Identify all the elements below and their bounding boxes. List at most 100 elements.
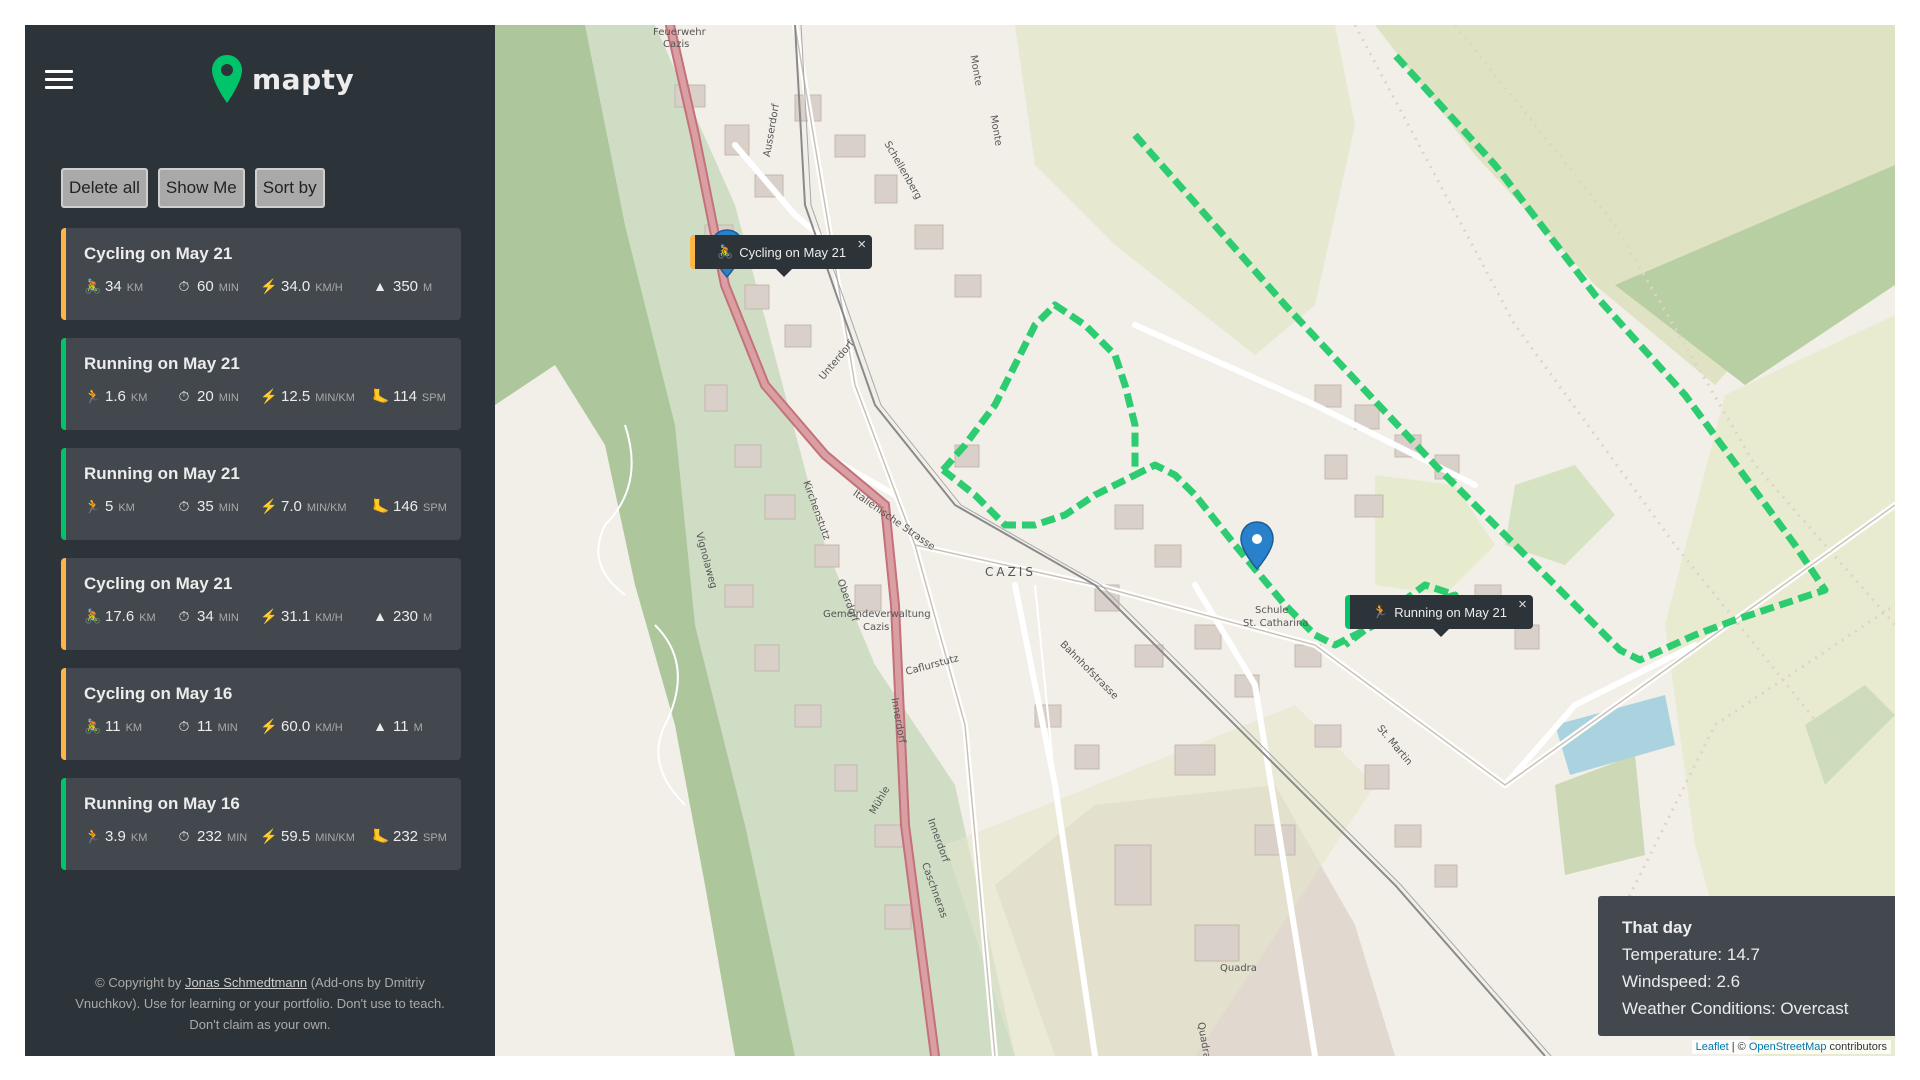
workout-item-running[interactable]: Running on May 16 🏃 3.9 km ⏱ 232 min ⚡ 59.5 min/k… — [61, 778, 461, 870]
lightning-icon: ⚡ — [260, 278, 278, 294]
duration-unit: min — [217, 722, 238, 734]
extra-unit: spm — [423, 832, 447, 844]
workout-title: Running on May 21 — [84, 464, 240, 483]
workout-distance: 🏃 3.9 km — [84, 828, 176, 845]
workout-item-running[interactable]: Running on May 21 🏃 5 km ⏱ 35 min ⚡ 7.0 min/km 🦶 14… — [61, 448, 461, 540]
logo: mapty — [212, 55, 354, 103]
workout-title: Running on May 21 — [84, 354, 240, 373]
duration-unit: min — [218, 502, 239, 514]
workout-details: 🚴 17.6 km ⏱ 34 min ⚡ 31.1 km/h ▲ 230 m — [84, 608, 461, 625]
speed-unit: min/km — [315, 832, 355, 844]
extra-unit: spm — [421, 392, 446, 404]
extra-value: 230 — [393, 608, 419, 625]
map-attribution: Leaflet | © OpenStreetMap contributors — [1691, 1040, 1891, 1054]
distance-unit: km — [126, 282, 144, 294]
speed-unit: min/km — [306, 502, 347, 514]
attribution-sep: | © — [1728, 1041, 1749, 1053]
distance-value: 1.6 — [105, 388, 126, 405]
weather-temperature: Temperature: 14.7 — [1622, 945, 1760, 964]
workout-item-cycling[interactable]: Cycling on May 21 🚴 34 km ⏱ 60 min ⚡ 34.0 km/h ▲ 35… — [61, 228, 461, 320]
show-me-button[interactable]: Show Me — [157, 168, 245, 208]
workout-duration: ⏱ 11 min — [176, 718, 260, 735]
workout-duration: ⏱ 35 min — [176, 498, 260, 515]
bicycle-icon: 🚴 — [84, 608, 102, 624]
stopwatch-icon: ⏱ — [178, 608, 190, 624]
extra-unit: m — [413, 722, 423, 734]
extra-value: 11 — [393, 718, 409, 735]
distance-value: 17.6 — [105, 608, 135, 625]
workout-item-running[interactable]: Running on May 21 🏃 1.6 km ⏱ 20 min ⚡ 12.5 min/km… — [61, 338, 461, 430]
lightning-icon: ⚡ — [260, 388, 278, 404]
distance-value: 5 — [105, 498, 114, 515]
workout-extra: 🦶 146 spm — [372, 498, 452, 515]
map-label-feuerwehr: Feuerwehr — [653, 27, 706, 38]
workout-distance: 🏃 5 km — [84, 498, 176, 515]
lightning-icon: ⚡ — [260, 608, 278, 624]
extra-unit: m — [423, 282, 433, 294]
runner-icon: 🏃 — [84, 498, 102, 514]
workout-details: 🚴 11 km ⏱ 11 min ⚡ 60.0 km/h ▲ 11 m — [84, 718, 461, 735]
workout-title: Cycling on May 21 — [84, 244, 233, 263]
workout-speed: ⚡ 59.5 min/km — [260, 828, 372, 845]
extra-value: 146 — [393, 498, 419, 515]
popup-running-label: Running on May 21 — [1394, 604, 1507, 620]
distance-value: 3.9 — [105, 828, 126, 845]
lightning-icon: ⚡ — [260, 718, 278, 734]
duration-value: 20 — [197, 388, 214, 405]
distance-value: 34 — [105, 278, 122, 295]
speed-unit: km/h — [315, 612, 343, 624]
workout-details: 🏃 5 km ⏱ 35 min ⚡ 7.0 min/km 🦶 146 spm — [84, 498, 461, 515]
duration-unit: min — [227, 832, 248, 844]
extra-unit: m — [423, 612, 433, 624]
close-icon[interactable]: × — [1518, 596, 1527, 613]
map[interactable]: Feuerwehr Cazis Ausserdorf Schellenberg … — [495, 25, 1895, 1056]
distance-unit: km — [118, 502, 135, 514]
map-label-cazis-2: Cazis — [863, 622, 890, 633]
popup-cycling-label: Cycling on May 21 — [739, 244, 847, 260]
workout-details: 🚴 34 km ⏱ 60 min ⚡ 34.0 km/h ▲ 350 m — [84, 278, 461, 295]
speed-value: 12.5 — [281, 388, 311, 405]
popup-cycling[interactable]: 🚴 Cycling on May 21 × — [690, 235, 873, 277]
workout-details: 🏃 3.9 km ⏱ 232 min ⚡ 59.5 min/km 🦶 232 spm — [84, 828, 461, 845]
distance-unit: km — [125, 722, 143, 734]
workout-extra: ▲ 230 m — [372, 608, 452, 625]
extra-value: 114 — [393, 388, 417, 405]
map-label-schule: Schule — [1255, 605, 1289, 616]
bicycle-icon: 🚴 — [717, 244, 734, 259]
close-icon[interactable]: × — [857, 236, 866, 253]
menu-icon[interactable] — [45, 70, 73, 90]
extra-value: 232 — [393, 828, 419, 845]
map-label-cazis-small: Cazis — [663, 39, 690, 50]
distance-unit: km — [139, 612, 156, 624]
osm-link[interactable]: OpenStreetMap — [1749, 1041, 1827, 1053]
attribution-suffix: contributors — [1826, 1041, 1887, 1053]
lightning-icon: ⚡ — [260, 498, 278, 514]
bicycle-icon: 🚴 — [84, 718, 102, 734]
popup-running[interactable]: 🏃 Running on May 21 × — [1345, 595, 1533, 637]
workout-speed: ⚡ 31.1 km/h — [260, 608, 372, 625]
delete-all-button[interactable]: Delete all — [61, 168, 148, 208]
workout-speed: ⚡ 7.0 min/km — [260, 498, 372, 515]
workout-item-cycling[interactable]: Cycling on May 16 🚴 11 km ⏱ 11 min ⚡ 60.0 km/h ▲ 11… — [61, 668, 461, 760]
workout-extra: ▲ 11 m — [372, 718, 452, 735]
speed-value: 31.1 — [281, 608, 311, 625]
duration-value: 34 — [197, 608, 214, 625]
sidebar: mapty Delete all Show Me Sort by Cycling… — [25, 25, 495, 1056]
workout-distance: 🏃 1.6 km — [84, 388, 176, 405]
foot-icon: 🦶 — [372, 828, 390, 844]
runner-icon: 🏃 — [84, 828, 102, 844]
app-name: mapty — [252, 62, 355, 96]
foot-icon: 🦶 — [372, 498, 390, 514]
sort-by-button[interactable]: Sort by — [254, 168, 325, 208]
workout-extra: 🦶 114 spm — [372, 388, 452, 405]
mountain-icon: ▲ — [373, 718, 387, 734]
speed-unit: km/h — [315, 722, 343, 734]
author-link[interactable]: Jonas Schmedtmann — [185, 975, 307, 990]
stopwatch-icon: ⏱ — [178, 828, 190, 844]
leaflet-link[interactable]: Leaflet — [1696, 1041, 1729, 1053]
duration-value: 11 — [197, 718, 213, 735]
workout-item-cycling[interactable]: Cycling on May 21 🚴 17.6 km ⏱ 34 min ⚡ 31.1 km/h ▲… — [61, 558, 461, 650]
lightning-icon: ⚡ — [260, 828, 278, 844]
speed-value: 7.0 — [281, 498, 302, 515]
workout-title: Cycling on May 21 — [84, 574, 233, 593]
